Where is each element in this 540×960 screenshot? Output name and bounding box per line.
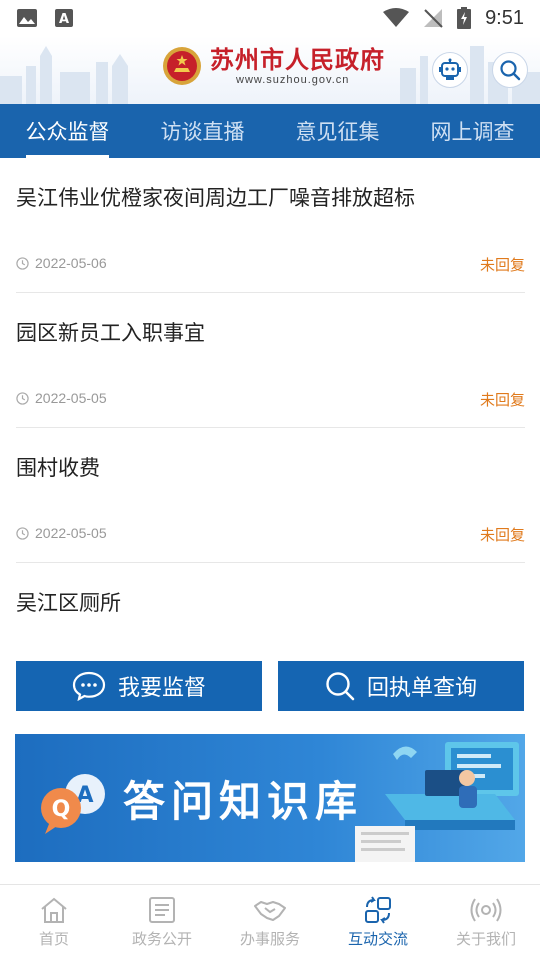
government-logo: 苏州市人民政府 www.suzhou.gov.cn	[162, 46, 385, 86]
item-date: 2022-05-06	[35, 255, 107, 271]
action-buttons: 我要监督 回执单查询	[16, 661, 524, 711]
search-icon	[500, 60, 521, 81]
image-notification-icon	[17, 9, 37, 27]
status-bar: A 9:51	[0, 0, 540, 36]
nav-services-label: 办事服务	[239, 930, 300, 948]
nav-interaction[interactable]: 互动交流	[324, 885, 432, 960]
status-badge: 未回复	[479, 256, 525, 274]
search-button[interactable]	[492, 52, 528, 88]
nav-home[interactable]: 首页	[0, 885, 108, 960]
svg-text:Q: Q	[52, 797, 71, 822]
item-title: 围村收费	[16, 456, 100, 480]
home-icon	[41, 897, 67, 923]
supervise-button[interactable]: 我要监督	[16, 661, 262, 711]
svg-text:A: A	[59, 12, 69, 27]
font-notification-icon: A	[55, 9, 73, 27]
item-date: 2022-05-05	[35, 390, 107, 406]
banner-title: 答问知识库	[123, 777, 364, 826]
nav-about[interactable]: 关于我们	[432, 885, 540, 960]
robot-assistant-button[interactable]	[432, 52, 468, 88]
nav-services[interactable]: 办事服务	[216, 885, 324, 960]
national-emblem-icon	[163, 47, 201, 85]
status-badge: 未回复	[479, 391, 525, 409]
interaction-icon	[365, 896, 391, 924]
item-date-row: 2022-05-05	[16, 390, 107, 406]
item-title: 吴江伟业优橙家夜间周边工厂噪音排放超标	[16, 186, 415, 210]
knowledge-base-banner[interactable]: A Q 答问知识库	[15, 734, 525, 862]
site-title: 苏州市人民政府	[210, 45, 385, 74]
list-item[interactable]: 园区新员工入职事宜 2022-05-05 未回复	[16, 293, 525, 428]
list-item[interactable]: 围村收费 2022-05-05 未回复	[16, 428, 525, 563]
desk-illustration	[355, 742, 519, 862]
nav-interaction-label: 互动交流	[347, 930, 408, 948]
nav-government-affairs-label: 政务公开	[131, 930, 192, 948]
item-title: 园区新员工入职事宜	[16, 321, 205, 345]
no-signal-icon	[424, 9, 443, 28]
list-item[interactable]: 吴江区厕所	[16, 563, 525, 653]
receipt-query-label: 回执单查询	[366, 676, 477, 701]
search-icon	[326, 672, 355, 701]
supervision-list: 吴江伟业优橙家夜间周边工厂噪音排放超标 2022-05-06 未回复 园区新员工…	[16, 158, 525, 653]
tab-online-survey[interactable]: 网上调查	[405, 104, 540, 158]
battery-charging-icon	[457, 7, 472, 29]
status-badge: 未回复	[479, 526, 525, 544]
app-header: 苏州市人民政府 www.suzhou.gov.cn	[0, 36, 540, 104]
clock-icon	[16, 256, 29, 270]
tab-public-supervision[interactable]: 公众监督	[0, 104, 135, 158]
tab-bar: 公众监督 访谈直播 意见征集 网上调查	[0, 104, 540, 158]
item-date: 2022-05-05	[35, 525, 107, 541]
tab-interview-live[interactable]: 访谈直播	[135, 104, 270, 158]
robot-icon	[439, 58, 461, 80]
supervise-label: 我要监督	[117, 676, 206, 701]
qa-bubbles-icon: A Q	[41, 774, 105, 834]
handshake-icon	[254, 901, 286, 921]
item-date-row: 2022-05-05	[16, 525, 107, 541]
item-title: 吴江区厕所	[16, 591, 121, 615]
tab-opinion-collection[interactable]: 意见征集	[270, 104, 405, 158]
nav-home-label: 首页	[38, 930, 69, 948]
bottom-navigation: 首页 政务公开 办事服务 互动交流 关于我们	[0, 884, 540, 960]
nav-about-label: 关于我们	[455, 930, 516, 948]
item-date-row: 2022-05-06	[16, 255, 107, 271]
clock-icon	[16, 391, 29, 405]
broadcast-icon	[470, 898, 502, 922]
site-url: www.suzhou.gov.cn	[236, 74, 350, 86]
nav-government-affairs[interactable]: 政务公开	[108, 885, 216, 960]
document-icon	[149, 897, 175, 923]
clock: 9:51	[485, 6, 524, 29]
list-item[interactable]: 吴江伟业优橙家夜间周边工厂噪音排放超标 2022-05-06 未回复	[16, 158, 525, 293]
wifi-icon	[383, 8, 410, 27]
receipt-query-button[interactable]: 回执单查询	[278, 661, 524, 711]
clock-icon	[16, 526, 29, 540]
chat-bubble-icon	[72, 671, 106, 701]
